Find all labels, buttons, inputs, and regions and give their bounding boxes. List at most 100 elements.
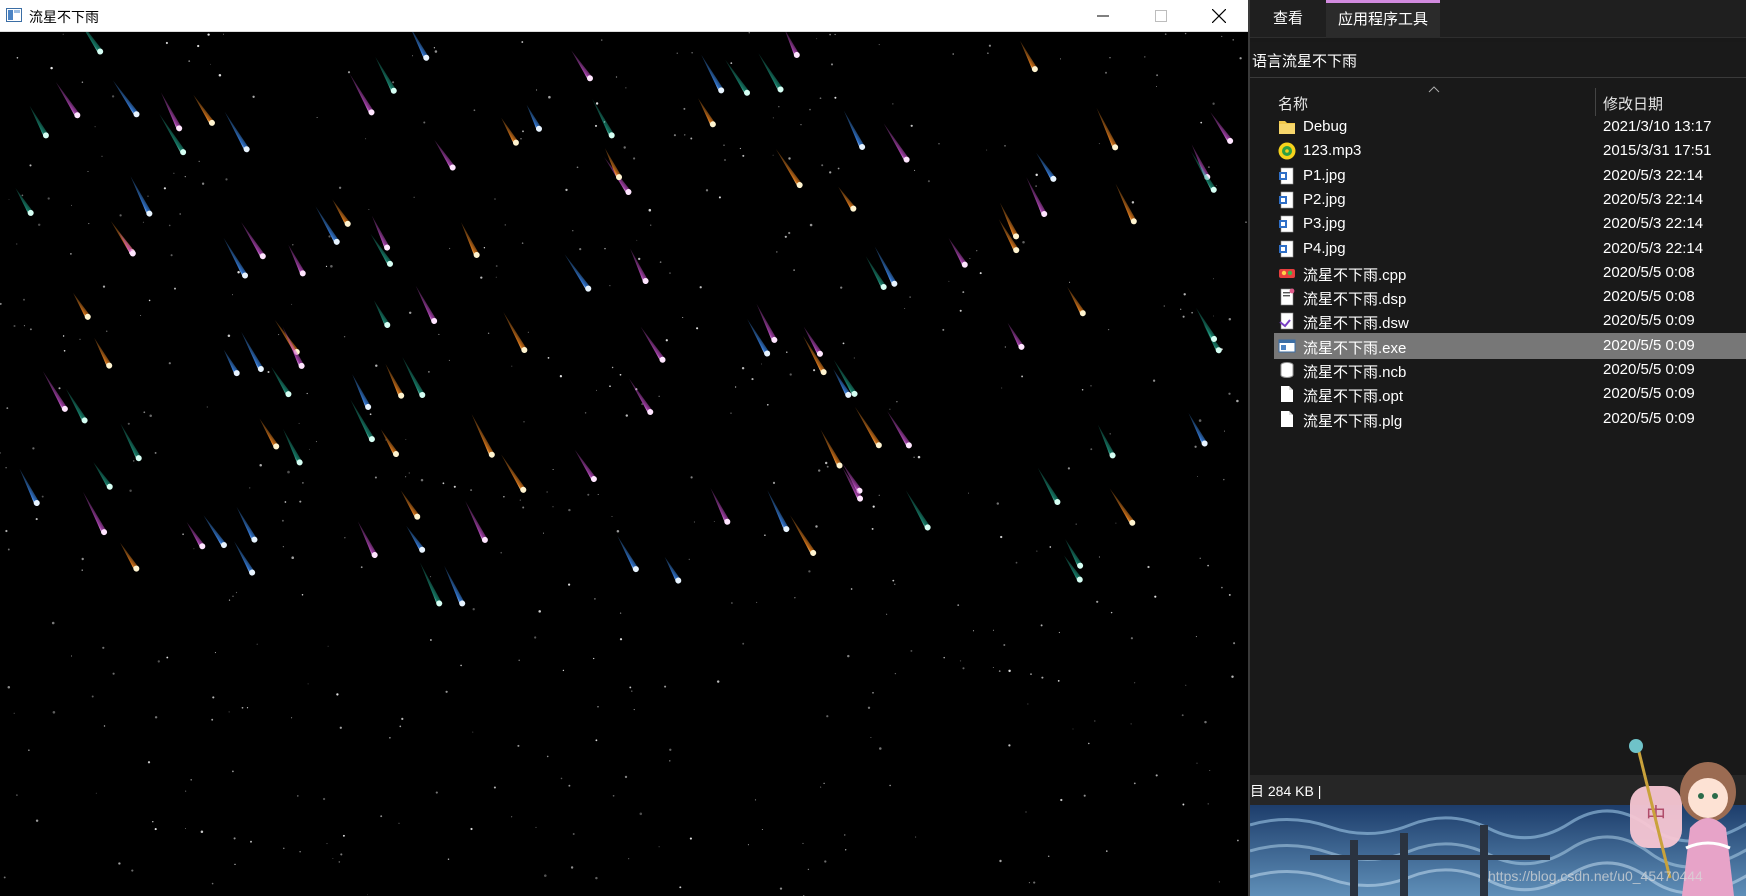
meteor (66, 388, 88, 424)
close-button[interactable] (1190, 0, 1248, 32)
star (786, 351, 788, 353)
address-bar[interactable]: 语言流星不下雨 (1250, 42, 1746, 78)
star (13, 324, 16, 328)
star (842, 342, 845, 345)
star (420, 478, 424, 482)
star (47, 197, 50, 200)
tab-app-tools[interactable]: 应用程序工具 (1326, 0, 1441, 38)
file-row[interactable]: P3.jpg 2020/5/3 22:14 (1274, 211, 1746, 237)
star (829, 33, 831, 36)
meteor (784, 32, 800, 58)
file-row[interactable]: P4.jpg 2020/5/3 22:14 (1274, 236, 1746, 262)
star (7, 548, 10, 551)
star (894, 583, 896, 585)
star (628, 858, 630, 860)
star (375, 364, 378, 367)
star (62, 335, 65, 337)
meteor (234, 541, 256, 576)
star (470, 827, 473, 831)
star (870, 737, 872, 738)
star (826, 715, 829, 718)
star (996, 502, 999, 505)
file-row[interactable]: Debug 2021/3/10 13:17 (1274, 114, 1746, 140)
star (148, 299, 151, 302)
file-date: 2020/5/5 0:09 (1603, 409, 1695, 427)
star (611, 516, 613, 517)
star (673, 134, 676, 137)
minimize-button[interactable] (1074, 0, 1132, 32)
maximize-button[interactable] (1132, 0, 1190, 32)
star (548, 95, 551, 99)
file-row[interactable]: 流星不下雨.exe 2020/5/5 0:09 (1274, 332, 1746, 359)
star (298, 422, 300, 424)
column-date-modified[interactable]: 修改日期 (1603, 93, 1663, 114)
meteor (1026, 177, 1048, 217)
star (405, 438, 407, 441)
star (211, 718, 214, 721)
star (3, 876, 6, 879)
file-row[interactable]: 123.mp3 2015/3/31 17:51 (1274, 138, 1746, 164)
star (910, 649, 913, 652)
star (511, 365, 513, 367)
file-row[interactable]: 流星不下雨.opt 2020/5/5 0:09 (1274, 381, 1746, 407)
star (943, 656, 945, 659)
meteor (617, 535, 639, 573)
file-name: P4.jpg (1303, 239, 1346, 257)
meteor (76, 32, 104, 55)
star (211, 882, 214, 885)
project-icon (1280, 288, 1295, 306)
tab-view[interactable]: 查看 (1273, 0, 1303, 38)
star (1004, 346, 1006, 348)
star (818, 469, 821, 472)
star (766, 403, 769, 406)
file-row[interactable]: P2.jpg 2020/5/3 22:14 (1274, 187, 1746, 213)
star (568, 784, 571, 787)
star (259, 464, 262, 467)
file-row[interactable]: 流星不下雨.dsp 2020/5/5 0:08 (1274, 284, 1746, 310)
star (823, 782, 825, 784)
star (1156, 74, 1159, 77)
star (32, 447, 35, 450)
star (1033, 881, 1036, 884)
star (58, 387, 61, 390)
star (689, 837, 692, 840)
file-row[interactable]: P1.jpg 2020/5/3 22:14 (1274, 163, 1746, 189)
file-row[interactable]: 流星不下雨.ncb 2020/5/5 0:09 (1274, 357, 1746, 383)
star (962, 667, 965, 670)
title-bar[interactable]: 流星不下雨 (0, 0, 1248, 32)
file-date: 2020/5/3 22:14 (1603, 166, 1704, 184)
star (119, 214, 122, 217)
star (368, 209, 370, 210)
star (21, 194, 24, 197)
star (112, 672, 115, 675)
star (948, 280, 950, 282)
star (1183, 293, 1186, 296)
star (693, 521, 695, 523)
file-row[interactable]: 流星不下雨.plg 2020/5/5 0:09 (1274, 406, 1746, 432)
file-name: 流星不下雨.ncb (1303, 364, 1407, 381)
star (802, 842, 804, 844)
star (552, 506, 554, 508)
file-row[interactable]: 流星不下雨.cpp 2020/5/5 0:08 (1274, 260, 1746, 286)
column-divider[interactable] (1595, 88, 1596, 116)
meteor (223, 237, 249, 279)
star (837, 167, 840, 170)
star (495, 265, 498, 267)
meteor (224, 111, 250, 153)
column-name[interactable]: 名称 (1278, 93, 1308, 114)
star (1198, 419, 1202, 422)
star (522, 130, 524, 133)
star (233, 837, 236, 840)
star (430, 639, 432, 641)
file-row[interactable]: 流星不下雨.dsw 2020/5/5 0:09 (1274, 308, 1746, 334)
star (536, 89, 538, 91)
star (299, 851, 301, 853)
file-date: 2020/5/3 22:14 (1603, 190, 1704, 208)
star (1207, 803, 1209, 805)
star (223, 33, 224, 35)
file-name: 流星不下雨.exe (1303, 339, 1407, 357)
star (291, 556, 295, 559)
file-date: 2020/5/5 0:09 (1603, 336, 1695, 354)
star (511, 816, 513, 818)
meteor (592, 98, 615, 139)
